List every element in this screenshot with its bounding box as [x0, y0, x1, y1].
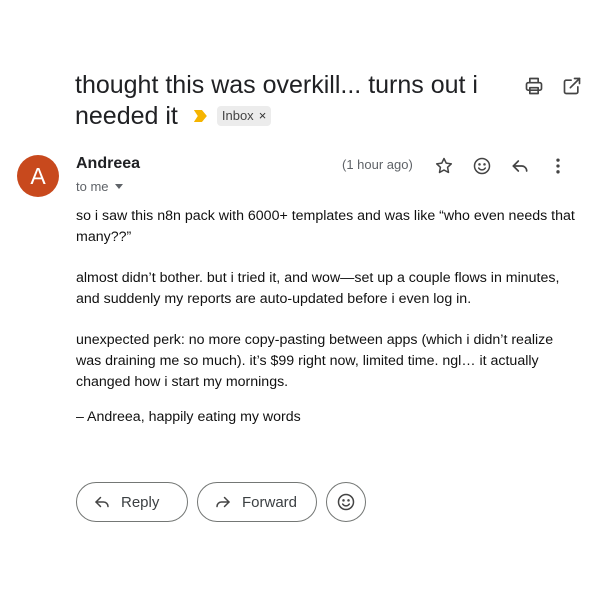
- reply-label: Reply: [121, 493, 160, 511]
- recipient-details[interactable]: to me: [76, 179, 123, 194]
- signature: – Andreea, happily eating my words: [76, 409, 301, 425]
- forward-icon: [214, 493, 232, 511]
- inbox-label[interactable]: Inbox ×: [216, 106, 272, 126]
- star-icon[interactable]: [433, 155, 455, 177]
- email-subject: thought this was overkill... turns out i…: [75, 70, 495, 132]
- recipient-text: to me: [76, 179, 109, 194]
- subject-text: thought this was overkill... turns out i…: [75, 71, 478, 130]
- avatar[interactable]: A: [17, 155, 59, 197]
- importance-marker-icon[interactable]: [193, 110, 207, 122]
- thread-toolbar: [524, 76, 582, 96]
- open-in-new-window-icon[interactable]: [562, 76, 582, 96]
- emoji-reaction-button[interactable]: [326, 482, 366, 522]
- timestamp: (1 hour ago): [342, 157, 413, 172]
- body-paragraph: so i saw this n8n pack with 6000+ templa…: [76, 208, 575, 245]
- reply-icon: [93, 493, 111, 511]
- emoji-icon[interactable]: [471, 155, 493, 177]
- message-actions: [433, 155, 569, 177]
- sender-name[interactable]: Andreea: [76, 155, 140, 173]
- more-vert-icon[interactable]: [547, 155, 569, 177]
- reply-button[interactable]: Reply: [76, 482, 188, 522]
- reply-icon[interactable]: [509, 155, 531, 177]
- remove-label-icon[interactable]: ×: [259, 107, 267, 125]
- emoji-icon: [336, 492, 356, 512]
- body-paragraph: almost didn’t bother. but i tried it, an…: [76, 270, 560, 307]
- forward-label: Forward: [242, 493, 298, 511]
- inbox-label-text: Inbox: [221, 108, 254, 123]
- chevron-down-icon[interactable]: [114, 184, 123, 189]
- reply-actions: Reply Forward: [76, 482, 366, 522]
- body-paragraph: unexpected perk: no more copy-pasting be…: [76, 332, 554, 390]
- forward-button[interactable]: Forward: [197, 482, 317, 522]
- email-body: so i saw this n8n pack with 6000+ templa…: [76, 206, 576, 428]
- print-icon[interactable]: [524, 76, 544, 96]
